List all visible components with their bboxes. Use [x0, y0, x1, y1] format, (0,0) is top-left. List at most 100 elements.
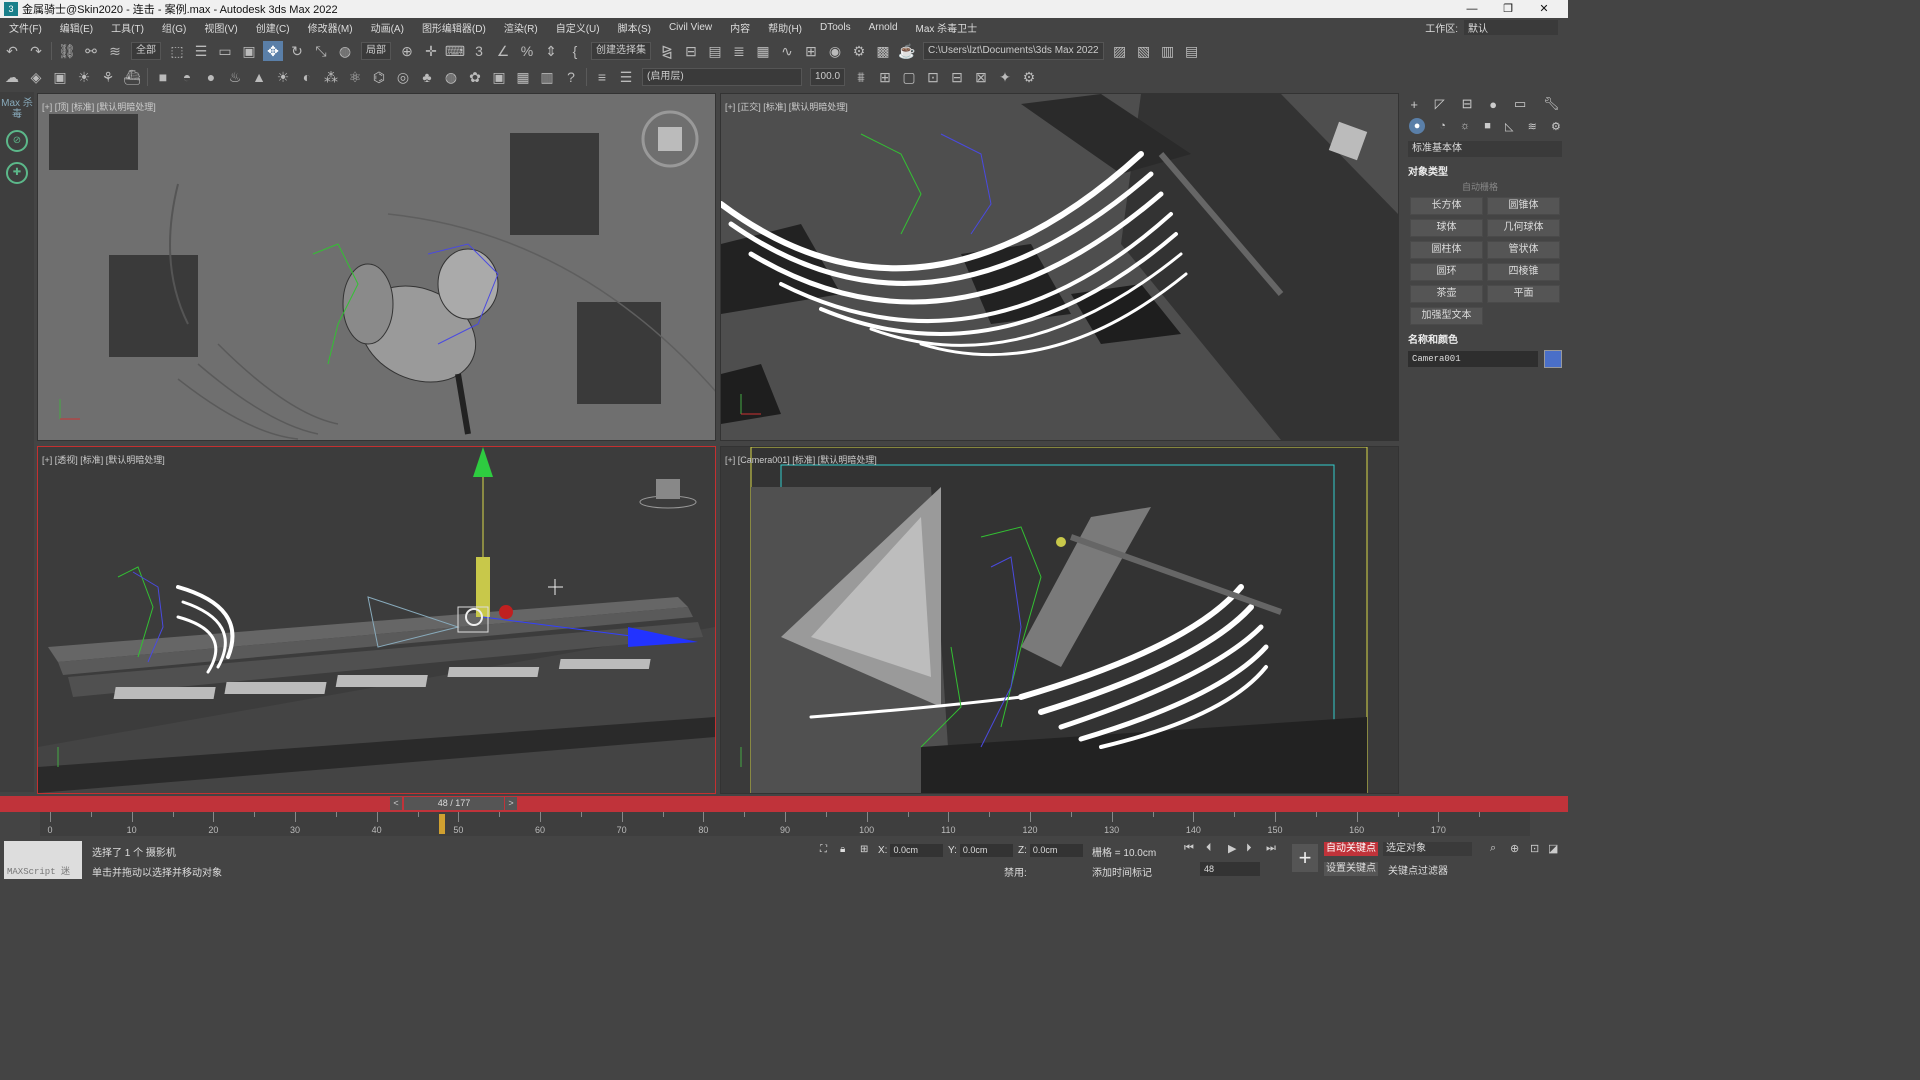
helpers-icon[interactable]: ◺: [1505, 120, 1513, 133]
viewport-perspective[interactable]: [+] [透视] [标准] [默认明暗处理]: [37, 446, 716, 794]
next-key-icon[interactable]: ⏵: [1246, 842, 1252, 855]
render-icon[interactable]: ☕: [897, 41, 917, 61]
layer-explorer-icon[interactable]: ≣: [729, 41, 749, 61]
add-time-tag[interactable]: 添加时间标记: [1092, 864, 1152, 879]
hierarchy-tab-icon[interactable]: ⊟: [1462, 96, 1473, 112]
scene-converter-icon[interactable]: ⚘: [98, 67, 118, 87]
tube-button[interactable]: 管状体: [1487, 241, 1560, 259]
track-bar[interactable]: 0 10 20 30 40 50 60 70 80 90 100 110 120 130 140 150 160…: [40, 812, 1530, 836]
ref-coord-dropdown[interactable]: 局部: [361, 42, 391, 60]
rect-region-icon[interactable]: ▭: [215, 41, 235, 61]
select-object-icon[interactable]: ⬚: [167, 41, 187, 61]
sphere-button[interactable]: 球体: [1410, 219, 1483, 237]
category-dropdown[interactable]: 标准基本体: [1408, 141, 1562, 157]
minimize-button[interactable]: —: [1454, 0, 1490, 18]
shapes-icon[interactable]: ◔: [1439, 120, 1446, 132]
link-icon[interactable]: ⛓: [57, 41, 77, 61]
set-key-plus-icon[interactable]: +: [1292, 844, 1318, 872]
menu-civil-view[interactable]: Civil View: [660, 22, 721, 33]
plane-button[interactable]: 平面: [1487, 285, 1560, 303]
redo-icon[interactable]: ↷: [26, 41, 46, 61]
menu-help[interactable]: 帮助(H): [759, 20, 811, 35]
photo-icon[interactable]: ▣: [50, 67, 70, 87]
dynamics-icon[interactable]: ⚛: [345, 67, 365, 87]
modify-tab-icon[interactable]: ◸: [1435, 96, 1445, 112]
goto-end-icon[interactable]: ⏭: [1266, 842, 1276, 855]
viewport-label-perspective[interactable]: [+] [透视] [标准] [默认明暗处理]: [42, 453, 165, 466]
merge-icon[interactable]: ⊟: [947, 67, 967, 87]
spinner-snap-icon[interactable]: ⇕: [541, 41, 561, 61]
shield-icon[interactable]: ✚: [6, 162, 28, 184]
text-plus-button[interactable]: 加强型文本: [1410, 307, 1483, 325]
teapot-icon[interactable]: ♨: [225, 67, 245, 87]
viewport-ortho[interactable]: [+] [正交] [标准] [默认明暗处理]: [720, 93, 1399, 441]
menu-arnold[interactable]: Arnold: [860, 22, 907, 33]
menu-modifiers[interactable]: 修改器(M): [299, 20, 362, 35]
menu-views[interactable]: 视图(V): [195, 20, 246, 35]
workspace-dropdown[interactable]: 默认: [1464, 20, 1558, 35]
scan-icon[interactable]: ⊘: [6, 130, 28, 152]
ribbon-icon[interactable]: ▦: [753, 41, 773, 61]
goto-start-icon[interactable]: ⏮: [1184, 842, 1194, 855]
window-crossing-icon[interactable]: ▣: [239, 41, 259, 61]
align-icon[interactable]: ⊟: [681, 41, 701, 61]
keyboard-shortcut-icon[interactable]: ⌨: [445, 41, 465, 61]
current-frame-field[interactable]: 48: [1200, 862, 1260, 876]
manipulate-icon[interactable]: ✛: [421, 41, 441, 61]
auto-key-button[interactable]: 自动关键点: [1324, 842, 1378, 856]
menu-graph-editors[interactable]: 图形编辑器(D): [413, 20, 495, 35]
object-name-field[interactable]: Camera001: [1408, 351, 1538, 367]
rendered-frame-icon[interactable]: ▩: [873, 41, 893, 61]
schematic-view-icon[interactable]: ⊞: [801, 41, 821, 61]
cloud-icon[interactable]: ☁: [2, 67, 22, 87]
compact-material-icon[interactable]: ✿: [465, 67, 485, 87]
menu-animation[interactable]: 动画(A): [362, 20, 413, 35]
utilities-tab-icon[interactable]: 🔧︎: [1543, 96, 1560, 112]
pivot-center-icon[interactable]: ⊕: [397, 41, 417, 61]
help-icon[interactable]: ?: [561, 67, 581, 87]
menu-create[interactable]: 创建(C): [247, 20, 299, 35]
set-project-icon[interactable]: ▧: [1134, 41, 1154, 61]
menu-customize[interactable]: 自定义(U): [547, 20, 609, 35]
unlink-icon[interactable]: ⚯: [81, 41, 101, 61]
z-field[interactable]: 0.0cm: [1029, 844, 1083, 857]
key-filters-button[interactable]: 关键点过滤器: [1388, 862, 1448, 877]
lights-icon[interactable]: ☼: [1460, 120, 1470, 132]
xref-icon[interactable]: ⊠: [971, 67, 991, 87]
named-selection-dropdown[interactable]: 创建选择集: [591, 42, 651, 60]
viewport-label-top[interactable]: [+] [顶] [标准] [默认明暗处理]: [42, 100, 156, 113]
object-color-swatch[interactable]: [1544, 350, 1562, 368]
select-scale-icon[interactable]: ⤡: [311, 41, 331, 61]
select-rotate-icon[interactable]: ↻: [287, 41, 307, 61]
project-settings-icon[interactable]: ▤: [1182, 41, 1202, 61]
layer-field[interactable]: (启用层): [642, 68, 802, 86]
sky-light-icon[interactable]: ◐: [297, 67, 317, 87]
percent-field[interactable]: 100.0: [810, 68, 846, 86]
container-icon[interactable]: ▢: [899, 67, 919, 87]
menu-edit[interactable]: 编辑(E): [51, 20, 102, 35]
systems-icon[interactable]: ⚙: [1551, 120, 1561, 133]
material-editor-icon[interactable]: ◉: [825, 41, 845, 61]
lock-icon[interactable]: 🔒︎: [840, 844, 845, 855]
selection-filter-dropdown[interactable]: 全部: [131, 42, 161, 60]
menu-tools[interactable]: 工具(T): [102, 20, 153, 35]
maximize-button[interactable]: ❐: [1490, 0, 1526, 18]
motion-tab-icon[interactable]: ●: [1489, 97, 1497, 112]
x-field[interactable]: 0.0cm: [890, 844, 944, 857]
particle-icon[interactable]: ⁂: [321, 67, 341, 87]
time-slider[interactable]: < 48 / 177 >: [0, 796, 1568, 812]
arnold-icon[interactable]: ◈: [26, 67, 46, 87]
zoom-extents-icon[interactable]: ⊡: [1530, 842, 1539, 855]
percent-snap-icon[interactable]: %: [517, 41, 537, 61]
snaps-toggle-icon[interactable]: 3: [469, 41, 489, 61]
edit-named-sets-icon[interactable]: {: [565, 41, 585, 61]
current-frame-marker[interactable]: [439, 814, 445, 834]
bucket-icon[interactable]: ▥: [537, 67, 557, 87]
close-button[interactable]: ✕: [1526, 0, 1562, 18]
prev-key-icon[interactable]: ⏴: [1206, 842, 1212, 855]
cone-icon[interactable]: ▲: [249, 67, 269, 87]
y-field[interactable]: 0.0cm: [959, 844, 1013, 857]
create-tab-icon[interactable]: +: [1410, 97, 1418, 112]
scene-explorer-icon[interactable]: ▤: [705, 41, 725, 61]
auto-grid-checkbox[interactable]: 自动栅格: [1462, 180, 1562, 193]
